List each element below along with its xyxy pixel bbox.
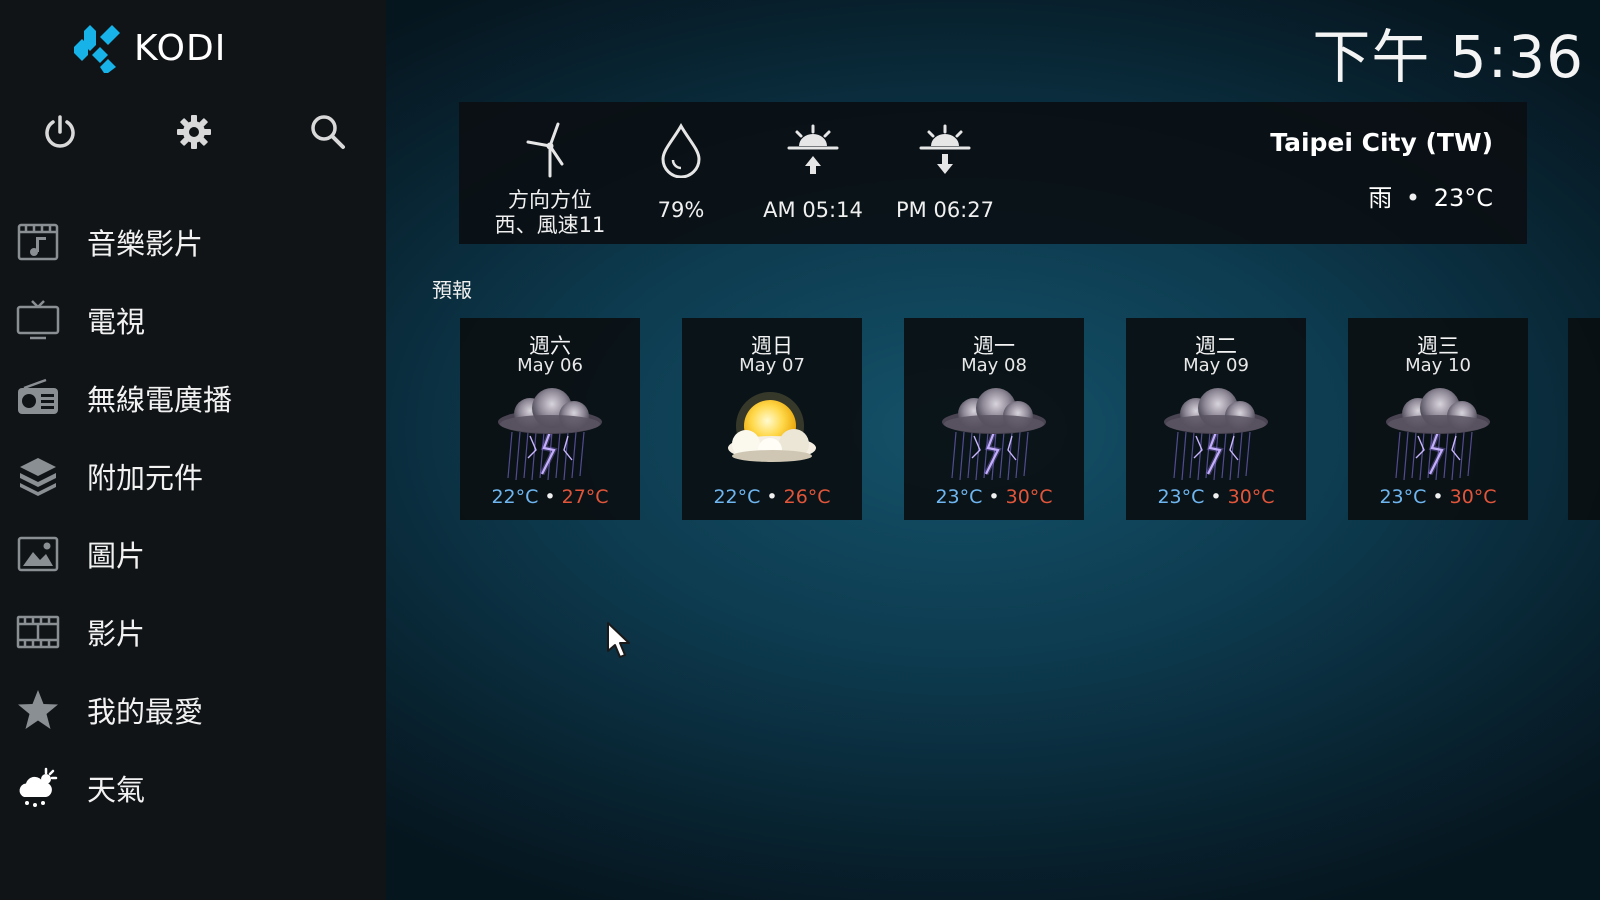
- menu-item-pictures[interactable]: 圖片: [0, 522, 386, 586]
- current-conditions-panel: 方向方位 西、風速11 79% AM 05:14 PM 06:27 Taipei…: [459, 102, 1527, 244]
- search-icon: [311, 115, 345, 149]
- thunderstorm-icon: [1156, 388, 1276, 484]
- menu-item-music-videos[interactable]: 音樂影片: [0, 210, 386, 274]
- separator-dot: •: [544, 486, 556, 508]
- low-temp: 23°C: [1157, 486, 1205, 508]
- music-video-icon: [16, 220, 60, 264]
- menu-label: 附加元件: [87, 461, 204, 495]
- menu-label: 無線電廣播: [87, 383, 233, 417]
- weather-icon: [16, 766, 60, 810]
- videos-icon: [16, 610, 60, 654]
- humidity-value: 79%: [657, 198, 705, 222]
- forecast-card[interactable]: 週六 May 06 22°C • 27°C: [460, 318, 640, 520]
- menu-item-addons[interactable]: 附加元件: [0, 444, 386, 508]
- menu-label: 天氣: [87, 773, 146, 807]
- current-temperature: 23°C: [1433, 184, 1493, 212]
- kodi-logo-icon: [74, 25, 120, 73]
- thunderstorm-icon: [934, 388, 1054, 484]
- wind-turbine-icon: [522, 122, 578, 178]
- power-icon: [45, 115, 75, 148]
- settings-icon: [177, 115, 211, 149]
- humidity-info: 79%: [611, 102, 751, 244]
- low-temp: 22°C: [713, 486, 761, 508]
- sunset-info: PM 06:27: [875, 102, 1015, 244]
- high-temp: 27°C: [561, 486, 609, 508]
- power-button[interactable]: [40, 112, 80, 152]
- separator-dot: •: [766, 486, 778, 508]
- forecast-temps: 22°C • 26°C: [682, 486, 862, 508]
- high-temp: 30°C: [1449, 486, 1497, 508]
- condition-text: 雨: [1368, 184, 1393, 212]
- favourites-icon: [16, 688, 60, 732]
- forecast-temps: 23°C • 30°C: [904, 486, 1084, 508]
- menu-item-radio[interactable]: 無線電廣播: [0, 366, 386, 430]
- sunset-time: PM 06:27: [896, 198, 994, 222]
- forecast-card[interactable]: 週三 May 10 23°C • 30°C: [1348, 318, 1528, 520]
- forecast-date: May 07: [739, 355, 805, 376]
- current-condition: 雨 • 23°C: [1368, 178, 1493, 213]
- high-temp: 30°C: [1005, 486, 1053, 508]
- radio-icon: [16, 376, 60, 420]
- mouse-cursor-icon: [607, 622, 630, 658]
- forecast-date: May 09: [1183, 355, 1249, 376]
- sidebar: KODI 音樂影片 電視 無線電廣播 附加元件 圖片 影片 我的最愛 天氣: [0, 0, 386, 900]
- low-temp: 22°C: [491, 486, 539, 508]
- forecast-date: May 08: [961, 355, 1027, 376]
- sunrise-icon: [785, 122, 841, 178]
- partly-sunny-icon: [712, 388, 832, 484]
- tv-icon: [16, 298, 60, 342]
- low-temp: 23°C: [1379, 486, 1427, 508]
- forecast-temps: 23°C • 30°C: [1126, 486, 1306, 508]
- settings-button[interactable]: [174, 112, 214, 152]
- forecast-temps: 22°C • 27°C: [460, 486, 640, 508]
- menu-label: 音樂影片: [87, 227, 204, 261]
- menu-label: 影片: [87, 617, 146, 651]
- location-name: Taipei City (TW): [1270, 128, 1493, 157]
- separator-dot: •: [1210, 486, 1222, 508]
- app-name: KODI: [134, 27, 227, 69]
- menu-item-favourites[interactable]: 我的最愛: [0, 678, 386, 742]
- sunset-icon: [917, 122, 973, 178]
- separator-dot: •: [1432, 486, 1444, 508]
- forecast-heading: 預報: [432, 278, 472, 302]
- wind-speed-label: 西、風速11: [494, 213, 606, 237]
- high-temp: 26°C: [783, 486, 831, 508]
- forecast-card-partial[interactable]: [1568, 318, 1600, 520]
- addons-icon: [16, 454, 60, 498]
- thunderstorm-icon: [1378, 388, 1498, 484]
- separator-dot: •: [988, 486, 1000, 508]
- wind-direction-label: 方向方位: [508, 188, 592, 212]
- forecast-temps: 23°C • 30°C: [1348, 486, 1528, 508]
- sunrise-info: AM 05:14: [743, 102, 883, 244]
- forecast-date: May 06: [517, 355, 583, 376]
- wind-info: 方向方位 西、風速11: [480, 102, 620, 244]
- pictures-icon: [16, 532, 60, 576]
- forecast-date: May 10: [1405, 355, 1471, 376]
- low-temp: 23°C: [935, 486, 983, 508]
- humidity-drop-icon: [653, 122, 709, 179]
- separator-dot: •: [1405, 184, 1421, 212]
- kodi-logo[interactable]: KODI: [72, 22, 226, 74]
- forecast-card[interactable]: 週一 May 08 23°C • 30°C: [904, 318, 1084, 520]
- forecast-card[interactable]: 週日 May 07 22°C • 26°C: [682, 318, 862, 520]
- clock: 下午 5:36: [1312, 23, 1584, 91]
- menu-label: 我的最愛: [87, 695, 204, 729]
- high-temp: 30°C: [1227, 486, 1275, 508]
- menu-item-weather[interactable]: 天氣: [0, 756, 386, 820]
- forecast-card[interactable]: 週二 May 09 23°C • 30°C: [1126, 318, 1306, 520]
- menu-item-videos[interactable]: 影片: [0, 600, 386, 664]
- thunderstorm-icon: [490, 388, 610, 484]
- sunrise-time: AM 05:14: [763, 198, 863, 222]
- menu-item-tv[interactable]: 電視: [0, 288, 386, 352]
- menu-label: 電視: [87, 305, 146, 339]
- search-button[interactable]: [308, 112, 348, 152]
- menu-label: 圖片: [87, 539, 146, 573]
